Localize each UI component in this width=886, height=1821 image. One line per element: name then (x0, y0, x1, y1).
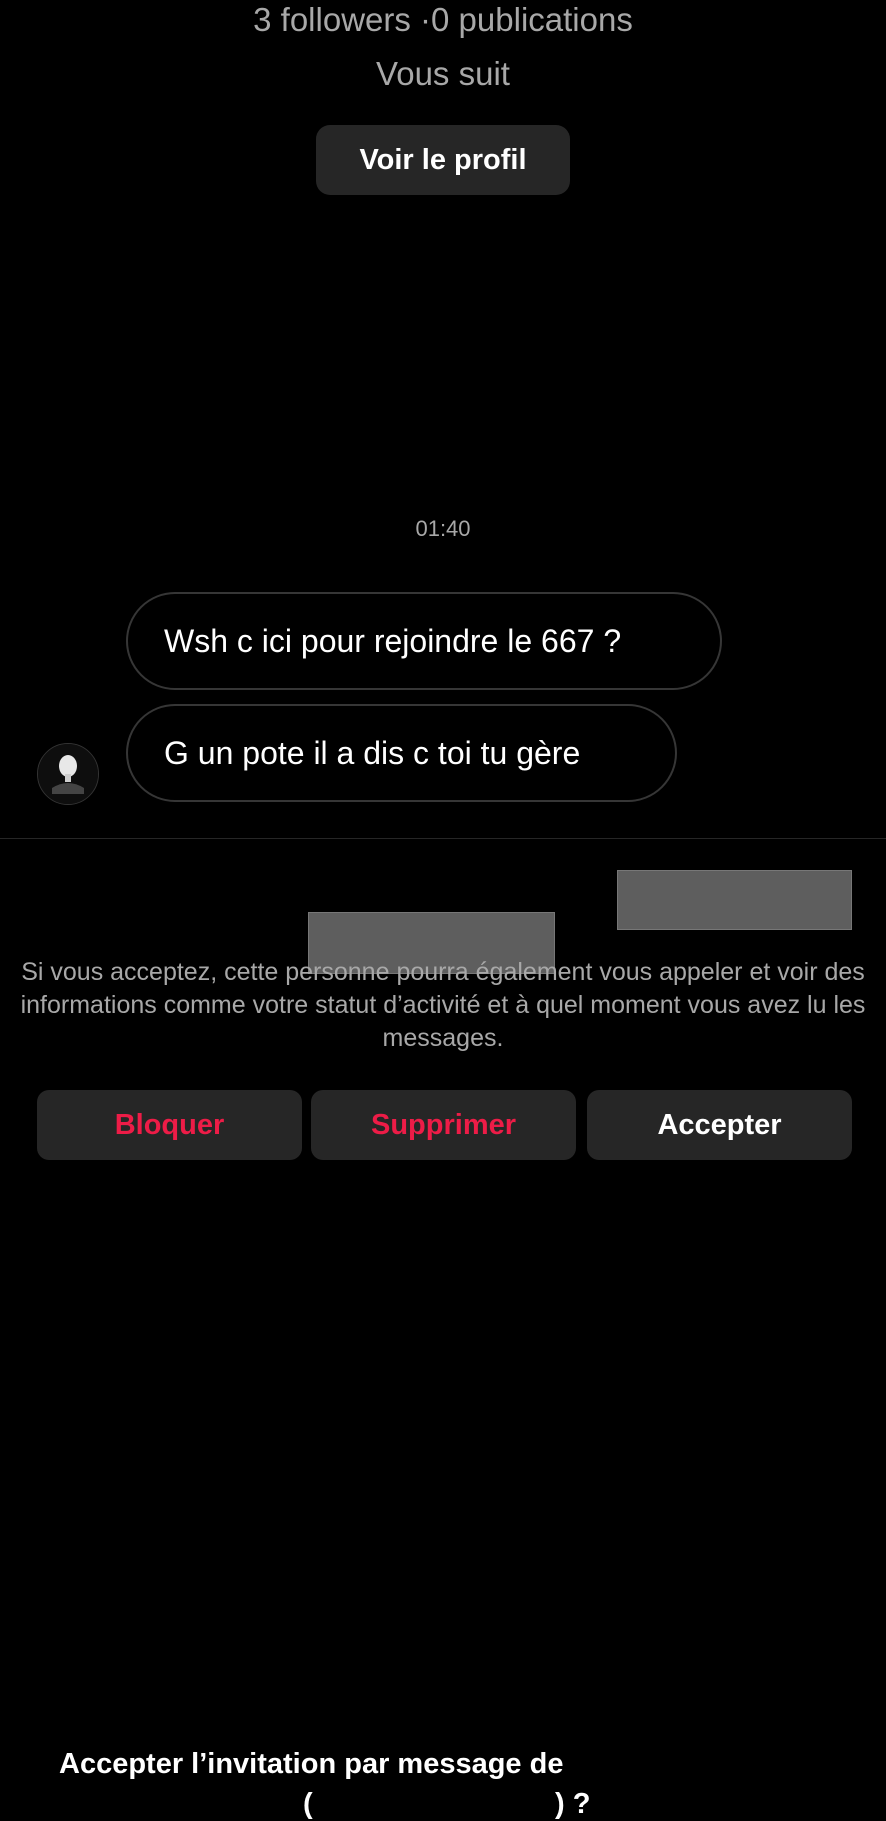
delete-button[interactable]: Supprimer (311, 1090, 576, 1160)
sender-avatar[interactable] (37, 743, 99, 805)
invitation-title-prefix: Accepter l’invitation par message de (59, 1748, 564, 1780)
redacted-username (617, 870, 852, 930)
message-bubble[interactable]: Wsh c ici pour rejoindre le 667 ? (126, 592, 722, 690)
accept-button[interactable]: Accepter (587, 1090, 852, 1160)
profile-stats: 3 followers ·0 publications (253, 1, 633, 38)
view-profile-button[interactable]: Voir le profil (316, 125, 570, 195)
avatar-icon (38, 744, 98, 804)
invitation-description: Si vous acceptez, cette personne pourra … (20, 958, 866, 1052)
message-timestamp: 01:40 (415, 516, 471, 541)
block-button[interactable]: Bloquer (37, 1090, 302, 1160)
divider (0, 838, 886, 839)
follows-you-label: Vous suit (376, 55, 510, 92)
invitation-title-open-paren: ( (303, 1788, 313, 1820)
invitation-title-suffix: ) ? (555, 1788, 591, 1820)
message-bubble[interactable]: G un pote il a dis c toi tu gère (126, 704, 677, 802)
